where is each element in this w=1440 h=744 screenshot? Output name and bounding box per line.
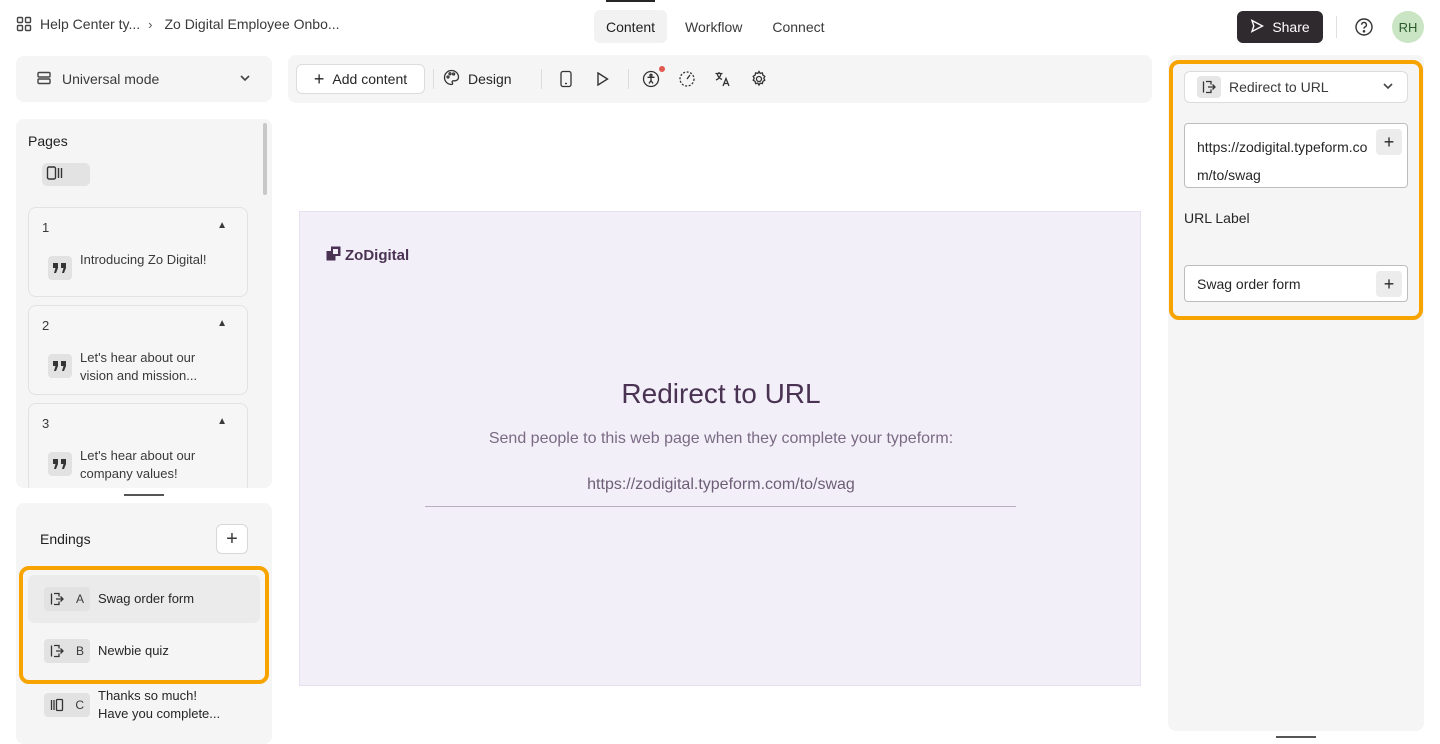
design-button[interactable]: Design bbox=[443, 64, 512, 94]
brand-logo: ZoDigital bbox=[326, 246, 409, 265]
collapse-caret-icon[interactable]: ▲ bbox=[217, 416, 227, 427]
divider bbox=[1336, 16, 1337, 38]
pages-view-toggle[interactable] bbox=[42, 163, 90, 186]
divider bbox=[541, 69, 542, 89]
page-text: Introducing Zo Digital! bbox=[80, 252, 207, 267]
logo-text: ZoDigital bbox=[345, 247, 410, 264]
design-label: Design bbox=[468, 71, 512, 87]
palette-icon bbox=[443, 69, 460, 89]
loading-speed-icon[interactable] bbox=[677, 69, 697, 89]
url-label-value: Swag order form bbox=[1197, 276, 1301, 292]
ending-label: Thanks so much! Have you complete... bbox=[98, 688, 221, 721]
ending-letter: A bbox=[75, 592, 84, 606]
add-ending-button[interactable]: + bbox=[216, 524, 248, 554]
notification-dot bbox=[659, 66, 665, 72]
top-bar: Help Center ty... › Zo Digital Employee … bbox=[0, 0, 1440, 54]
url-label-heading: URL Label bbox=[1184, 210, 1250, 226]
chevron-down-icon bbox=[238, 71, 252, 88]
preview-subtitle: Send people to this web page when they c… bbox=[488, 430, 954, 447]
accessibility-icon[interactable] bbox=[641, 69, 661, 89]
add-content-label: Add content bbox=[332, 71, 408, 87]
ending-type-dropdown[interactable]: Redirect to URL bbox=[1184, 71, 1408, 103]
mode-selector[interactable]: Universal mode bbox=[16, 56, 272, 102]
insert-variable-button[interactable]: + bbox=[1376, 271, 1402, 297]
quote-icon bbox=[48, 256, 72, 280]
translate-icon[interactable] bbox=[713, 69, 733, 89]
breadcrumb-workspace[interactable]: Help Center ty... bbox=[40, 16, 140, 32]
pages-title: Pages bbox=[28, 133, 68, 149]
columns-icon bbox=[46, 165, 66, 184]
url-label-input[interactable]: Swag order form + bbox=[1184, 265, 1408, 302]
plus-icon: + bbox=[313, 69, 325, 89]
ending-label: Newbie quiz bbox=[98, 643, 169, 658]
share-button[interactable]: Share bbox=[1237, 11, 1323, 43]
page-number: 1 bbox=[42, 220, 50, 235]
tab-connect[interactable]: Connect bbox=[760, 10, 836, 43]
ending-item-c[interactable]: C Thanks so much! Have you complete... bbox=[28, 685, 260, 733]
page-card[interactable]: 3 ▲ Let's hear about our company values! bbox=[28, 403, 248, 488]
redirect-url-value: https://zodigital.typeform.com/to/swag bbox=[1197, 139, 1368, 183]
ending-letter: B bbox=[75, 644, 84, 658]
divider bbox=[433, 69, 434, 89]
page-card[interactable]: 1 ▲ Introducing Zo Digital! bbox=[28, 207, 248, 297]
redirect-icon: B bbox=[44, 639, 90, 663]
url-underline bbox=[425, 506, 1016, 507]
tab-workflow[interactable]: Workflow bbox=[673, 10, 754, 43]
avatar[interactable]: RH bbox=[1392, 11, 1424, 43]
ending-label: Swag order form bbox=[98, 591, 195, 606]
ending-preview[interactable]: ZoDigital Redirect to URL Send people to… bbox=[299, 211, 1141, 686]
send-icon bbox=[1250, 18, 1265, 36]
page-number: 3 bbox=[42, 416, 50, 431]
ending-type-label: Redirect to URL bbox=[1229, 79, 1329, 95]
redirect-icon bbox=[1197, 76, 1221, 98]
add-content-button[interactable]: + Add content bbox=[296, 64, 425, 94]
chevron-down-icon bbox=[1381, 79, 1395, 96]
endings-panel: Endings + A Swag order form B Newbie qui… bbox=[16, 503, 272, 744]
mode-label: Universal mode bbox=[62, 71, 160, 87]
breadcrumb-form[interactable]: Zo Digital Employee Onbo... bbox=[164, 16, 339, 32]
page-text: Let's hear about our company values! bbox=[80, 448, 196, 481]
pages-panel: Pages 1 ▲ Introducing Zo Digital! 2 ▲ Le… bbox=[16, 119, 272, 488]
divider bbox=[628, 69, 629, 89]
main-tabs: Content Workflow Connect bbox=[594, 0, 837, 43]
insert-variable-button[interactable]: + bbox=[1376, 129, 1402, 155]
plus-icon: + bbox=[226, 527, 238, 550]
redirect-url-input[interactable]: https://zodigital.typeform.com/to/swag + bbox=[1184, 123, 1408, 188]
ending-letter: C bbox=[75, 698, 84, 712]
plus-icon: + bbox=[1383, 131, 1395, 152]
help-icon[interactable] bbox=[1354, 17, 1374, 37]
zodigital-logo-icon bbox=[326, 246, 341, 265]
page-number: 2 bbox=[42, 318, 50, 333]
redirect-icon: A bbox=[44, 587, 90, 611]
ending-item-a[interactable]: A Swag order form bbox=[28, 575, 260, 623]
preview-title: Redirect to URL bbox=[621, 378, 821, 409]
page-card[interactable]: 2 ▲ Let's hear about our vision and miss… bbox=[28, 305, 248, 395]
ending-item-b[interactable]: B Newbie quiz bbox=[28, 627, 260, 675]
tab-content[interactable]: Content bbox=[594, 0, 668, 43]
page-text: Let's hear about our vision and mission.… bbox=[80, 350, 198, 383]
ending-screen-icon: C bbox=[44, 693, 90, 717]
breadcrumb: Help Center ty... › Zo Digital Employee … bbox=[16, 16, 340, 32]
collapse-caret-icon[interactable]: ▲ bbox=[217, 318, 227, 329]
quote-icon bbox=[48, 354, 72, 378]
layers-icon bbox=[36, 70, 52, 89]
apps-grid-icon[interactable] bbox=[16, 16, 32, 32]
quote-icon bbox=[48, 452, 72, 476]
collapse-caret-icon[interactable]: ▲ bbox=[217, 220, 227, 231]
editor-toolbar: + Add content Design bbox=[288, 55, 1152, 103]
plus-icon: + bbox=[1383, 273, 1395, 294]
preview-url: https://zodigital.typeform.com/to/swag bbox=[587, 476, 855, 493]
gear-icon[interactable] bbox=[749, 69, 769, 89]
mobile-preview-icon[interactable] bbox=[556, 69, 576, 89]
play-icon[interactable] bbox=[592, 69, 612, 89]
panel-resize-handle[interactable] bbox=[124, 494, 164, 496]
endings-title: Endings bbox=[40, 531, 91, 547]
panel-resize-handle[interactable] bbox=[1276, 736, 1316, 738]
chevron-right-icon: › bbox=[148, 16, 153, 32]
pages-scrollbar[interactable] bbox=[263, 123, 267, 195]
share-label: Share bbox=[1272, 19, 1310, 35]
